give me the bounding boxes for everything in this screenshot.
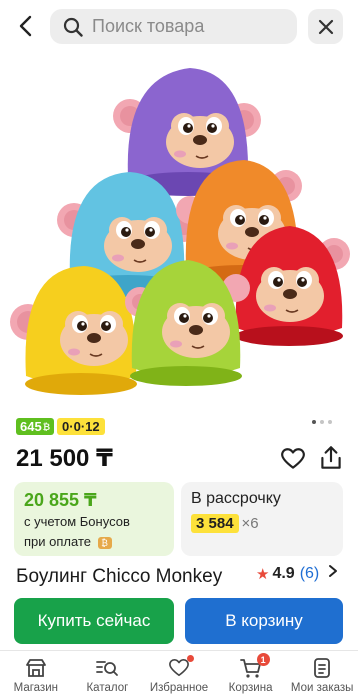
star-icon: ★ bbox=[256, 565, 270, 583]
buy-now-button[interactable]: Купить сейчас bbox=[14, 598, 174, 644]
nav-item-cart[interactable]: 1 Корзина bbox=[215, 651, 287, 698]
search-placeholder: Поиск товара bbox=[92, 16, 205, 36]
shop-icon bbox=[24, 657, 48, 679]
search-icon bbox=[62, 16, 84, 38]
nav-label: Магазин bbox=[13, 682, 58, 694]
close-button[interactable] bbox=[308, 9, 343, 44]
gallery-pagination bbox=[312, 420, 332, 424]
product-price: 21 500 ₸ bbox=[16, 445, 113, 472]
share-icon bbox=[321, 446, 341, 469]
installment-badge: 0·0·12 bbox=[57, 418, 105, 435]
heart-icon bbox=[167, 655, 194, 679]
bonus-coin-icon: ₿ bbox=[97, 536, 112, 549]
nav-label: Каталог bbox=[86, 682, 129, 694]
notification-dot bbox=[186, 655, 194, 662]
promo-badges: 645 ₿ 0·0·12 bbox=[16, 418, 105, 435]
chevron-left-icon bbox=[19, 15, 32, 37]
bonus-line-2: при оплате ₿ bbox=[24, 533, 164, 551]
close-icon bbox=[318, 19, 333, 34]
heart-icon bbox=[281, 448, 305, 469]
nav-item-catalog[interactable]: Каталог bbox=[72, 651, 144, 698]
installment-amount: 3 584 bbox=[191, 514, 239, 533]
share-button[interactable] bbox=[318, 444, 344, 472]
bonus-badge-value: 645 bbox=[20, 419, 42, 434]
bottom-navigation: Магазин Каталог Избранное 1 Корзина Мои … bbox=[0, 650, 358, 698]
pagination-dot[interactable] bbox=[320, 420, 324, 424]
nav-item-favorites[interactable]: Избранное bbox=[143, 651, 215, 698]
installment-multiplier: ×6 bbox=[241, 515, 259, 532]
nav-item-orders[interactable]: Мои заказы bbox=[286, 651, 358, 698]
pagination-dot-active[interactable] bbox=[312, 420, 316, 424]
pagination-dot[interactable] bbox=[328, 420, 332, 424]
nav-label: Корзина bbox=[228, 682, 273, 694]
installment-title: В рассрочку bbox=[191, 490, 281, 507]
bonus-badge: 645 ₿ bbox=[16, 418, 55, 435]
bonus-price: 20 855 ₸ bbox=[24, 490, 97, 510]
product-image[interactable] bbox=[0, 56, 358, 408]
add-to-cart-button[interactable]: В корзину bbox=[185, 598, 343, 644]
product-title: Боулинг Chicco Monkey bbox=[16, 566, 223, 587]
nav-item-shop[interactable]: Магазин bbox=[0, 651, 72, 698]
monkey-pin-yellow bbox=[10, 266, 137, 395]
nav-label: Избранное bbox=[149, 682, 209, 694]
product-rating[interactable]: ★ 4.9 (6) bbox=[256, 564, 338, 583]
rating-score: 4.9 bbox=[272, 564, 295, 582]
catalog-search-icon bbox=[95, 657, 119, 679]
bonus-coin-icon: ₿ bbox=[42, 421, 51, 432]
chevron-right-icon bbox=[328, 564, 338, 583]
cart-count-badge: 1 bbox=[256, 653, 270, 666]
search-input[interactable]: Поиск товара bbox=[50, 9, 297, 44]
cart-icon: 1 bbox=[239, 653, 270, 679]
bonus-line-1: с учетом Бонусов bbox=[24, 514, 130, 529]
installment-row: 3 584 ×6 bbox=[191, 514, 333, 533]
nav-label: Мои заказы bbox=[290, 682, 354, 694]
reviews-count[interactable]: (6) bbox=[300, 565, 320, 583]
orders-icon bbox=[310, 657, 334, 679]
top-bar: Поиск товара bbox=[0, 0, 358, 54]
back-button[interactable] bbox=[12, 12, 40, 40]
favorite-button[interactable] bbox=[280, 446, 306, 472]
installment-card[interactable]: В рассрочку 3 584 ×6 bbox=[181, 482, 343, 556]
bonus-price-card[interactable]: 20 855 ₸ с учетом Бонусов при оплате ₿ bbox=[14, 482, 174, 556]
bonus-line-2-text: при оплате bbox=[24, 534, 91, 549]
